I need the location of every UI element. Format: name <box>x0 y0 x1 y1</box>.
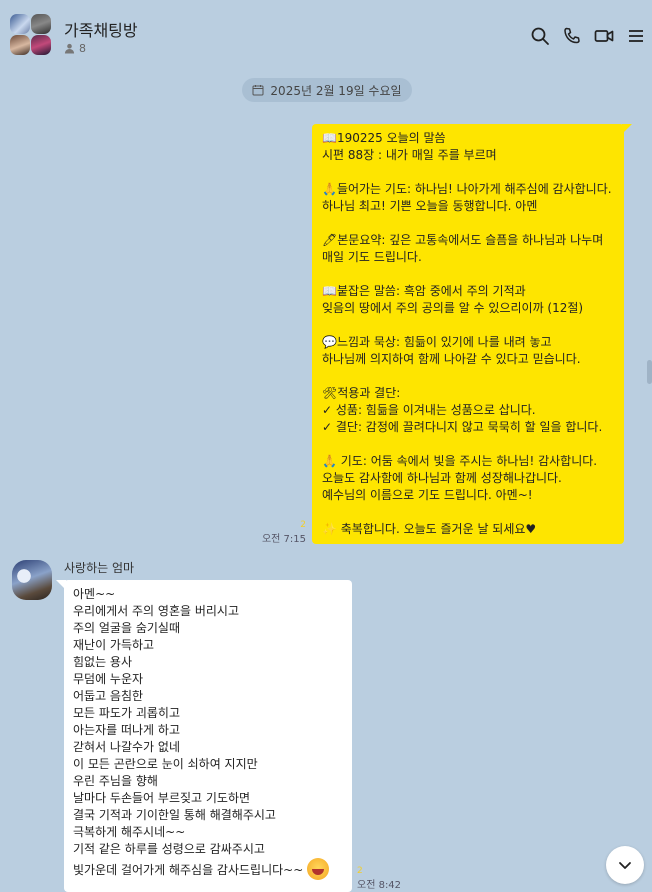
video-call-icon[interactable] <box>594 26 614 46</box>
member-count[interactable]: 8 <box>64 42 86 55</box>
message-line: 🙏들어가는 기도: 하나님! 나아가게 해주심에 감사합니다. <box>322 182 612 196</box>
phone-icon[interactable] <box>562 26 582 46</box>
message-line: 이 모든 곤란으로 눈이 쇠하여 지지만 <box>73 757 258 771</box>
member-avatar <box>10 14 30 34</box>
message-line: 우린 주님을 향해 <box>73 774 158 788</box>
chat-header: 가족채팅방 8 <box>0 0 652 64</box>
received-message-bubble[interactable]: 아멘~~ 우리에게서 주의 영혼을 버리시고 주의 얼굴을 숨기실때 재난이 가… <box>56 580 352 892</box>
member-avatar <box>31 14 51 34</box>
message-line: 극복하게 해주시네~~ <box>73 825 186 839</box>
sender-name: 사랑하는 엄마 <box>64 561 135 575</box>
message-line: 갇혀서 나갈수가 없네 <box>73 740 180 754</box>
message-line: 오늘도 감사함에 하나님과 함께 성장해나갑니다. <box>322 471 562 485</box>
unread-count: 2 <box>300 520 306 530</box>
date-divider: 2025년 2월 19일 수요일 <box>242 78 412 102</box>
message-line: 재난이 가득하고 <box>73 638 155 652</box>
message-line: 🙏 기도: 어둠 속에서 빛을 주시는 하나님! 감사합니다. <box>322 454 598 468</box>
message-line: ✓ 성품: 힘듦을 이겨내는 성품으로 삽니다. <box>322 403 536 417</box>
my-message-bubble[interactable]: 📖190225 오늘의 말씀 시편 88장 : 내가 매일 주를 부르며 🙏들어… <box>312 124 632 544</box>
message-line: 하나님 최고! 기쁜 오늘을 동행합니다. 아멘 <box>322 199 538 213</box>
person-icon <box>64 43 75 54</box>
message-line: 빛가운데 걸어가게 해주심을 감사드립니다~~ <box>73 858 343 880</box>
sender-avatar[interactable] <box>12 560 52 600</box>
member-avatar <box>31 35 51 55</box>
message-line: 힘없는 용사 <box>73 655 133 669</box>
message-line: 💬느낌과 묵상: 힘듦이 있기에 나를 내려 놓고 <box>322 335 552 349</box>
message-line: 어둡고 음침한 <box>73 689 144 703</box>
message-line: 우리에게서 주의 영혼을 버리시고 <box>73 604 240 618</box>
room-avatar-group[interactable] <box>10 14 52 56</box>
member-count-value: 8 <box>79 42 86 55</box>
message-line: 모든 파도가 괴롭히고 <box>73 706 180 720</box>
message-line-text: 빛가운데 걸어가게 해주심을 감사드립니다~~ <box>73 863 304 877</box>
message-line: 시편 88장 : 내가 매일 주를 부르며 <box>322 148 497 162</box>
message-line: 날마다 두손들어 부르짖고 기도하면 <box>73 791 251 805</box>
message-line: 주의 얼굴을 숨기실때 <box>73 621 180 635</box>
message-line: 🖊본문요약: 깊은 고통속에서도 슬픔을 하나님과 나누며 <box>322 233 604 247</box>
laughing-emoji-icon <box>307 858 330 880</box>
menu-icon[interactable] <box>626 26 646 46</box>
message-line: 🛠적용과 결단: <box>322 386 401 400</box>
message-time: 오전 8:42 <box>357 880 402 891</box>
message-line: 아멘~~ <box>73 587 116 601</box>
message-line: 무덤에 누운자 <box>73 672 144 686</box>
message-line: 예수님의 이름으로 기도 드립니다. 아멘~! <box>322 488 533 502</box>
message-line: 기적 같은 하루를 성령으로 감싸주시고 <box>73 842 265 856</box>
message-line: 아는자를 떠나게 하고 <box>73 723 180 737</box>
search-icon[interactable] <box>530 26 550 46</box>
message-line: 결국 기적과 기이한일 통해 해결해주시고 <box>73 808 276 822</box>
message-line: ✓ 결단: 감정에 끌려다니지 않고 묵묵히 할 일을 합니다. <box>322 420 603 434</box>
message-line: ✨ 축복합니다. 오늘도 즐거운 날 되세요♥ <box>322 522 537 536</box>
message-line: 잊음의 땅에서 주의 공의를 알 수 있으리이까 (12절) <box>322 301 584 315</box>
message-time: 오전 7:15 <box>261 534 306 545</box>
unread-count: 2 <box>357 866 363 876</box>
chevron-down-icon <box>619 862 631 869</box>
scrollbar-thumb[interactable] <box>647 360 652 384</box>
date-text: 2025년 2월 19일 수요일 <box>270 83 402 98</box>
scroll-to-bottom-button[interactable] <box>606 846 644 884</box>
message-line: 하나님께 의지하여 함께 나아갈 수 있다고 믿습니다. <box>322 352 581 366</box>
message-meta: 2 오전 8:42 <box>357 866 401 891</box>
calendar-icon <box>252 85 264 96</box>
message-line: 📖190225 오늘의 말씀 <box>322 131 446 145</box>
message-line: 📖붙잡은 말씀: 흑암 중에서 주의 기적과 <box>322 284 526 298</box>
message-line: 매일 기도 드립니다. <box>322 250 422 264</box>
member-avatar <box>10 35 30 55</box>
room-title: 가족채팅방 <box>64 21 138 40</box>
message-meta: 2 오전 7:15 <box>262 520 306 545</box>
